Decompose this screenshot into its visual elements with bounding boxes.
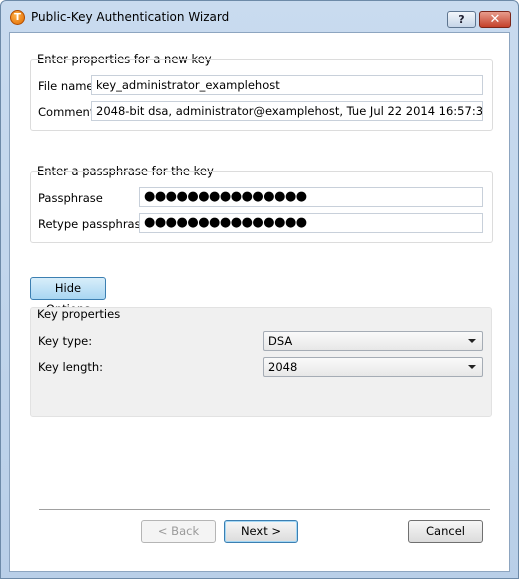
footer-separator [39, 509, 490, 511]
title-bar[interactable]: T Public-Key Authentication Wizard ? ✕ [1, 1, 518, 32]
chevron-down-icon [468, 339, 476, 343]
key-length-value: 2048 [268, 360, 298, 374]
hide-options-button[interactable]: Hide Options [30, 277, 106, 316]
key-type-label: Key type: [38, 334, 93, 348]
app-logo-icon: T [10, 10, 25, 25]
passphrase-input[interactable]: ●●●●●●●●●●●●●●● [139, 187, 483, 207]
close-button[interactable]: ✕ [479, 11, 511, 28]
wizard-content: Enter properties for a new key File name… [9, 32, 510, 572]
next-button[interactable]: Next > [224, 520, 298, 543]
help-button[interactable]: ? [447, 11, 476, 28]
passphrase-label: Passphrase [38, 191, 103, 205]
wizard-window: T Public-Key Authentication Wizard ? ✕ E… [0, 0, 519, 579]
key-type-value: DSA [268, 334, 293, 348]
app-logo-letter: T [14, 12, 21, 23]
filename-input[interactable]: key_administrator_examplehost [91, 75, 483, 95]
retype-passphrase-input[interactable]: ●●●●●●●●●●●●●●● [139, 213, 483, 233]
filename-label: File name [38, 79, 94, 93]
retype-passphrase-label: Retype passphrase [38, 217, 148, 231]
back-button[interactable]: < Back [141, 520, 216, 543]
key-length-select[interactable]: 2048 [263, 357, 483, 377]
comment-input[interactable]: 2048-bit dsa, administrator@examplehost,… [91, 101, 483, 121]
cancel-button[interactable]: Cancel [408, 520, 483, 543]
window-title: Public-Key Authentication Wizard [31, 10, 230, 24]
comment-label: Comment [38, 105, 95, 119]
key-type-select[interactable]: DSA [263, 331, 483, 351]
key-length-label: Key length: [38, 360, 104, 374]
key-properties-title: Key properties [37, 307, 121, 321]
chevron-down-icon [468, 365, 476, 369]
